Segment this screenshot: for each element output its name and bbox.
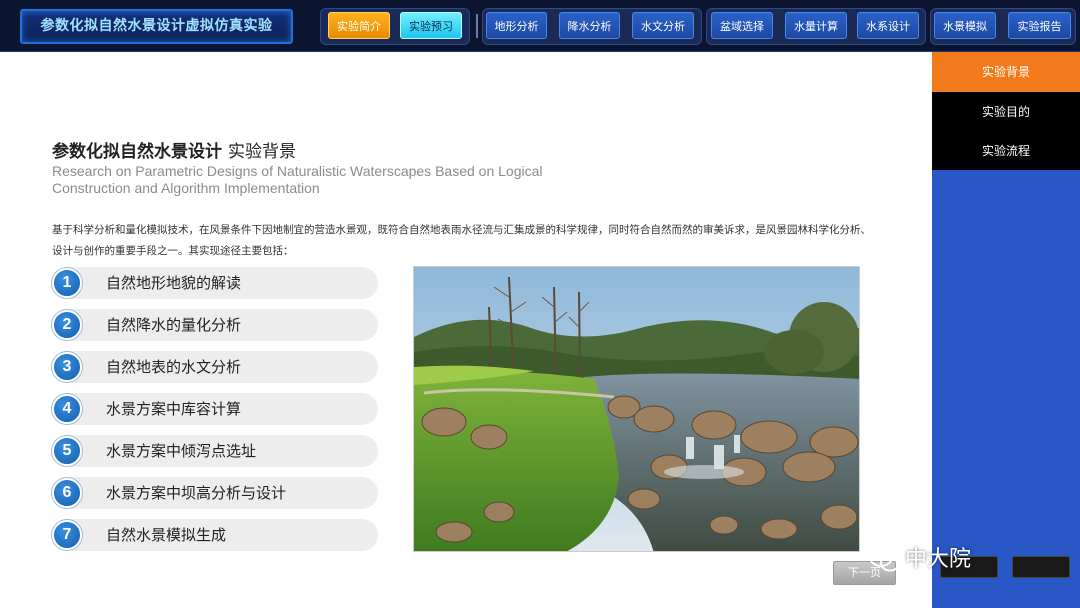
list-item: 2 自然降水的量化分析 [52,309,378,341]
watermark-obscured-button [1012,556,1070,578]
top-navigation-bar: 参数化拟自然水景设计虚拟仿真实验 实验简介 实验预习 地形分析 降水分析 水文分… [0,0,1080,52]
basin-select-button[interactable]: 盆域选择 [711,12,773,39]
page-subtitle: 实验背景 [228,142,296,162]
right-sidebar: 实验背景 实验目的 实验流程 [932,52,1080,608]
english-title: Research on Parametric Designs of Natura… [52,163,543,196]
watermark: 中大院 [869,540,972,580]
list-item: 4 水景方案中库容计算 [52,393,378,425]
step-label: 水景方案中库容计算 [106,400,242,418]
step-number-badge: 1 [52,268,82,298]
app-title: 参数化拟自然水景设计虚拟仿真实验 [20,9,293,44]
sidebar-item-process[interactable]: 实验流程 [932,131,1080,171]
water-calc-button[interactable]: 水量计算 [785,12,847,39]
list-item: 3 自然地表的水文分析 [52,351,378,383]
terrain-analysis-button[interactable]: 地形分析 [486,12,547,39]
waterscape-sim-button[interactable]: 水景模拟 [934,12,996,39]
step-number-badge: 5 [52,436,82,466]
intro-paragraph: 基于科学分析和量化模拟技术，在风景条件下因地制宜的营造水景观，既符合自然地表雨水… [52,224,871,257]
step-label: 水景方案中倾泻点选址 [106,442,257,460]
list-item: 5 水景方案中倾泻点选址 [52,435,378,467]
waterscape-photo [413,266,860,552]
step-number-badge: 4 [52,394,82,424]
rainfall-analysis-button[interactable]: 降水分析 [559,12,620,39]
hydrology-analysis-button[interactable]: 水文分析 [632,12,694,39]
toolbar-divider [476,14,478,38]
sidebar-item-background[interactable]: 实验背景 [932,52,1080,92]
sidebar-item-purpose[interactable]: 实验目的 [932,92,1080,132]
page-title-main: 参数化拟自然水景设计 [52,142,222,162]
step-label: 自然水景模拟生成 [106,526,227,544]
watermark-text: 中大院 [905,547,972,572]
report-button[interactable]: 实验报告 [1008,12,1071,39]
preview-button[interactable]: 实验预习 [400,12,462,39]
list-item: 6 水景方案中坝高分析与设计 [52,477,378,509]
intro-button[interactable]: 实验简介 [328,12,390,39]
step-number-badge: 2 [52,310,82,340]
list-item: 7 自然水景模拟生成 [52,519,378,551]
step-label: 自然地表的水文分析 [106,358,242,376]
water-system-design-button[interactable]: 水系设计 [857,12,919,39]
step-label: 自然地形地貌的解读 [106,274,242,292]
list-item: 1 自然地形地貌的解读 [52,267,378,299]
step-number-badge: 3 [52,352,82,382]
step-label: 水景方案中坝高分析与设计 [106,484,287,502]
page-title: 参数化拟自然水景设计 实验背景 [52,137,296,162]
step-label: 自然降水的量化分析 [106,316,242,334]
wechat-icon [869,546,901,588]
step-number-badge: 6 [52,478,82,508]
step-number-badge: 7 [52,520,82,550]
waterscape-photo-illustration [414,267,859,551]
